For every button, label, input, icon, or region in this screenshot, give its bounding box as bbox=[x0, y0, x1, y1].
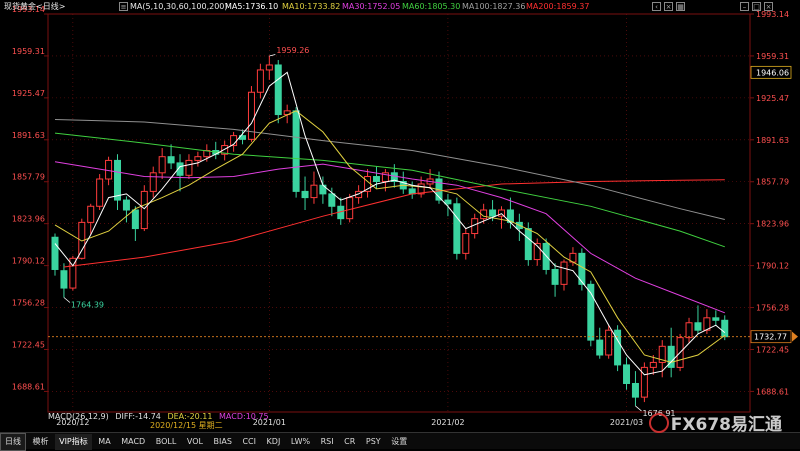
candle-body bbox=[301, 190, 309, 199]
macd-value: MACD:10.75 bbox=[219, 412, 269, 421]
watermark-text: FX678易汇通 bbox=[670, 415, 782, 435]
fx678-logo-icon bbox=[648, 413, 669, 433]
y-tick-label-left: 1688.61 bbox=[12, 382, 45, 391]
chart-grid bbox=[44, 13, 754, 413]
candle-body bbox=[328, 193, 336, 207]
candle-body bbox=[712, 317, 720, 321]
ma-line-ma10 bbox=[54, 110, 726, 363]
candle-body bbox=[551, 268, 559, 285]
candle-body bbox=[560, 261, 568, 285]
ma60-value: MA60:1805.30 bbox=[402, 2, 461, 11]
y-tick-label-left: 1959.31 bbox=[12, 47, 45, 56]
candle-body bbox=[167, 156, 175, 164]
y-tick-label-right: 1925.47 bbox=[756, 94, 789, 103]
candle-body bbox=[372, 176, 380, 182]
y-tick-label-left: 1823.96 bbox=[12, 215, 45, 224]
candle-body bbox=[96, 178, 104, 207]
y-tick-label-right: 1790.12 bbox=[756, 262, 789, 271]
high-price-label: 1959.26 bbox=[276, 46, 309, 55]
current-price-label: 1732.77 bbox=[754, 333, 787, 342]
low-price-label-2-pointer bbox=[635, 405, 642, 412]
candle-body bbox=[105, 159, 113, 180]
macd-title: MACD(26,12,9) bbox=[48, 412, 109, 421]
candle-body bbox=[605, 329, 613, 356]
candle-body bbox=[158, 156, 166, 174]
candle-body bbox=[131, 209, 139, 230]
x-tick-label: 2021/02 bbox=[431, 418, 464, 427]
y-tick-label-left: 1756.28 bbox=[12, 299, 45, 308]
low-price-label-pointer bbox=[63, 297, 71, 303]
candle-body bbox=[462, 233, 470, 254]
y-tick-label-left: 1722.45 bbox=[12, 340, 45, 349]
candle-body bbox=[274, 64, 282, 116]
candle-body bbox=[310, 184, 318, 199]
candle-body bbox=[444, 199, 452, 205]
ma10-value: MA10:1733.82 bbox=[282, 2, 341, 11]
candle-body bbox=[623, 364, 631, 384]
x-tick-label: 2021/03 bbox=[610, 418, 643, 427]
price-chart[interactable]: 1993.141993.141959.311959.311925.471925.… bbox=[0, 0, 800, 448]
candle-body bbox=[194, 156, 202, 161]
candle-body bbox=[265, 64, 273, 71]
candle-body bbox=[694, 322, 702, 331]
grid-icon[interactable]: ▦ bbox=[676, 2, 685, 11]
ma5-value: MA5:1736.10 bbox=[225, 2, 279, 11]
y-tick-label-right: 1823.96 bbox=[756, 220, 789, 229]
y-tick-label-right: 1722.45 bbox=[756, 345, 789, 354]
ma-line-ma200 bbox=[63, 179, 725, 268]
candle-body bbox=[185, 159, 193, 176]
low-price-label: 1764.39 bbox=[71, 300, 104, 309]
y-tick-label-left: 1857.79 bbox=[12, 173, 45, 182]
minimize-icon[interactable]: – bbox=[740, 2, 749, 11]
current-price-arrow-icon bbox=[792, 331, 798, 342]
fx678-watermark: FX678易汇通 bbox=[648, 410, 782, 435]
candle-body bbox=[149, 172, 157, 192]
timeframe-selector[interactable]: 日线 bbox=[0, 433, 26, 451]
y-tick-label-right: 1857.79 bbox=[756, 178, 789, 187]
y-tick-label-left: 1891.63 bbox=[12, 131, 45, 140]
candle-body bbox=[721, 319, 729, 338]
menu-icon[interactable]: ≡ bbox=[119, 2, 128, 11]
candle-body bbox=[292, 110, 300, 192]
y-tick-label-right: 1959.31 bbox=[756, 52, 789, 61]
ma100-value: MA100:1827.36 bbox=[462, 2, 526, 11]
candle-body bbox=[256, 69, 264, 93]
instrument-title: 现货黄金<日线> bbox=[4, 2, 66, 11]
back-icon[interactable]: ‹ bbox=[652, 2, 661, 11]
candle-body bbox=[685, 322, 693, 339]
candle-body bbox=[649, 361, 657, 368]
candle-body bbox=[408, 188, 416, 195]
maximize-icon[interactable]: □ bbox=[752, 2, 761, 11]
candle-body bbox=[614, 329, 622, 366]
candle-body bbox=[346, 197, 354, 220]
ma30-value: MA30:1752.05 bbox=[342, 2, 401, 11]
y-tick-label-left: 1925.47 bbox=[12, 89, 45, 98]
ma-params: MA(5,10,30,60,100,200) bbox=[130, 2, 228, 11]
plot-frame bbox=[47, 13, 751, 413]
candle-body bbox=[453, 203, 461, 254]
candle-body bbox=[489, 209, 497, 217]
candle-body bbox=[596, 339, 604, 356]
candle-body bbox=[60, 270, 68, 289]
ref-price-label: 1946.06 bbox=[756, 68, 789, 77]
y-tick-label-right: 1688.61 bbox=[756, 387, 789, 396]
price-annotations: 1959.261764.391676.911946.061732.77 bbox=[48, 46, 798, 418]
candle-body bbox=[524, 228, 532, 261]
candle-body bbox=[87, 205, 95, 223]
y-tick-label-right: 1891.63 bbox=[756, 136, 789, 145]
ma-line-ma100 bbox=[54, 119, 725, 220]
cursor-date: 2020/12/15 星期二 bbox=[150, 421, 223, 430]
close-window-icon[interactable]: × bbox=[764, 2, 773, 11]
candle-body bbox=[51, 236, 59, 270]
indicator-header: 现货黄金<日线> ≡ MA(5,10,30,60,100,200) MA5:17… bbox=[0, 0, 800, 14]
y-tick-label-left: 1790.12 bbox=[12, 257, 45, 266]
ma200-value: MA200:1859.37 bbox=[526, 2, 590, 11]
y-tick-label-right: 1756.28 bbox=[756, 304, 789, 313]
candle-body bbox=[631, 382, 639, 398]
close-icon[interactable]: × bbox=[664, 2, 673, 11]
candle-body bbox=[122, 199, 130, 211]
candle-body bbox=[140, 190, 148, 230]
candle-body bbox=[114, 159, 122, 201]
